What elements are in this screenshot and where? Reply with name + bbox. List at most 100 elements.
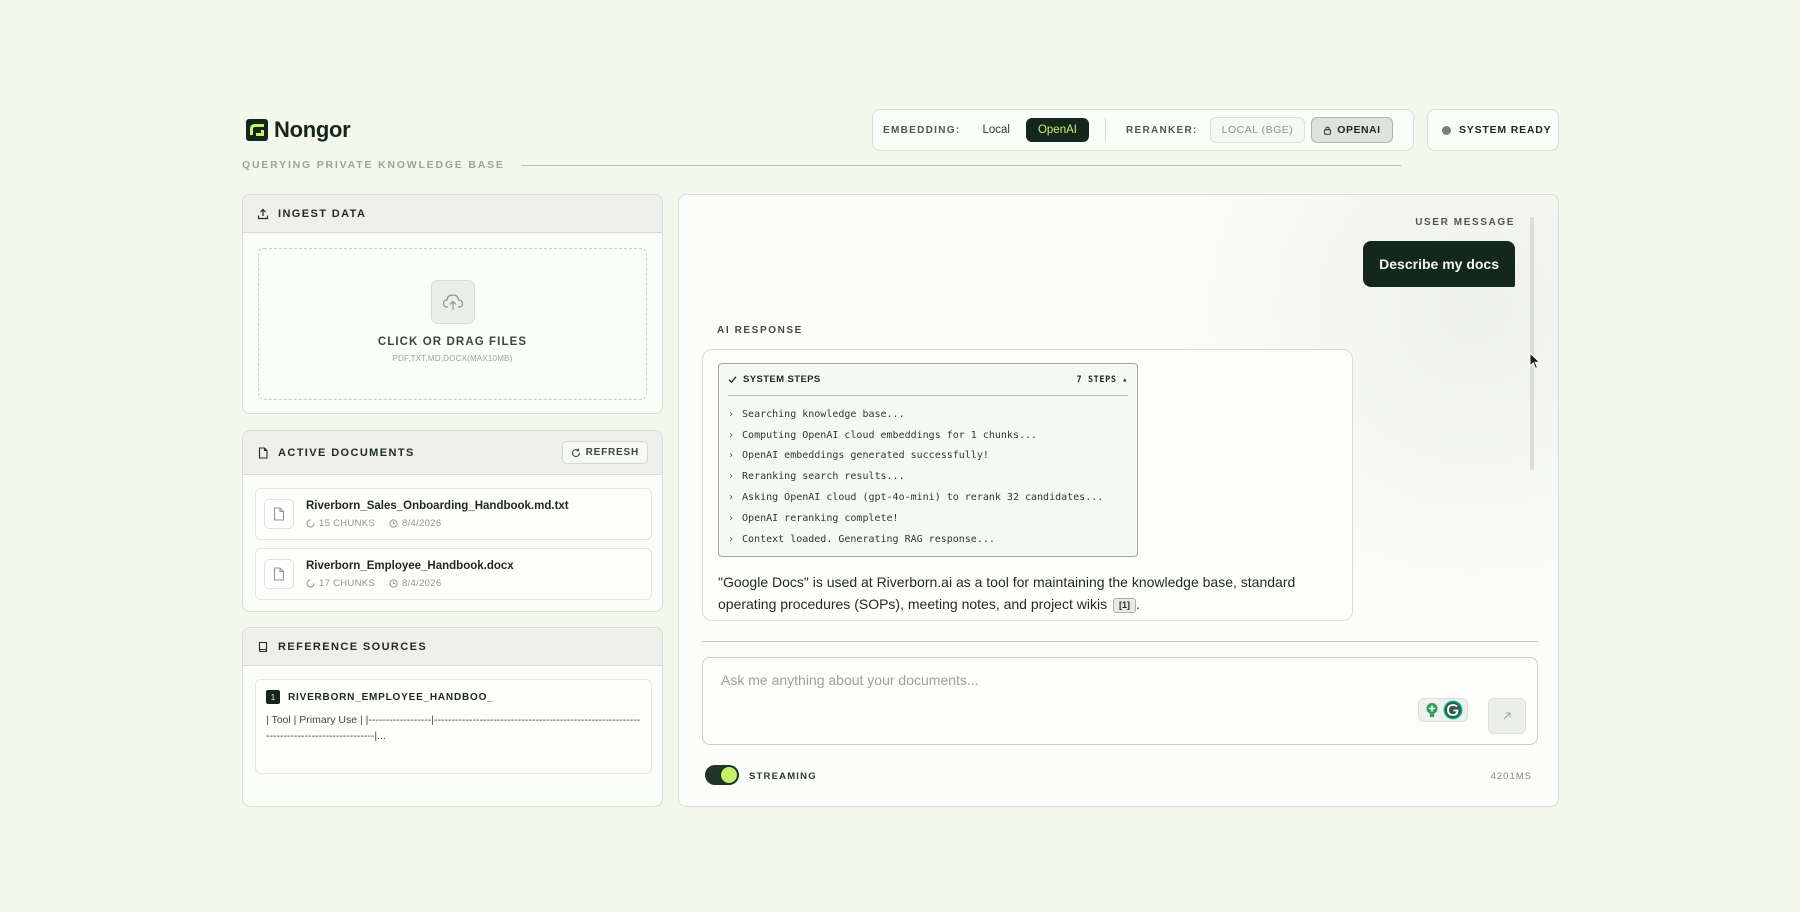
ingest-header: INGEST DATA [243,195,662,233]
chevron-right-icon: › [728,408,735,420]
chevron-right-icon: › [728,533,735,545]
chunk-count: 15 CHUNKS [306,518,375,529]
dropzone-title: CLICK OR DRAG FILES [377,336,528,348]
model-selector-panel: EMBEDDING: Local OpenAI RERANKER: LOCAL … [872,109,1414,151]
mouse-cursor-icon [1529,352,1541,370]
chat-scrollbar[interactable] [1530,217,1534,470]
user-message-label: USER MESSAGE [1415,217,1515,228]
document-name: Riverborn_Sales_Onboarding_Handbook.md.t… [306,499,569,512]
documents-list: Riverborn_Sales_Onboarding_Handbook.md.t… [255,488,652,608]
chat-input-box [702,657,1538,745]
chevron-right-icon: › [728,450,735,462]
book-icon [258,641,268,652]
user-message-bubble: Describe my docs [1363,241,1515,287]
document-icon [258,446,268,459]
document-name: Riverborn_Employee_Handbook.docx [306,559,514,572]
refresh-label: REFRESH [585,447,639,458]
app-header: Nongor EMBEDDING: Local OpenAI RERANKER:… [242,109,1559,151]
upload-icon [257,208,269,219]
ingest-card: INGEST DATA CLICK OR DRAG FILES PDF,TXT,… [242,194,663,414]
toggle-knob [721,767,737,783]
reference-item[interactable]: 1 RIVERBORN_EMPLOYEE_HANDBOO_ | Tool | P… [255,679,652,774]
status-dot-icon [1442,125,1451,135]
embedding-toggle: Local OpenAI [970,118,1089,142]
divider [1104,118,1106,142]
subtitle-row: QUERYING PRIVATE KNOWLEDGE BASE [242,158,1559,172]
ingest-title: INGEST DATA [278,207,367,220]
system-status: SYSTEM READY [1427,109,1559,151]
ai-response-box: SYSTEM STEPS 7 STEPS ▴ › Searching knowle… [702,349,1353,621]
document-item[interactable]: Riverborn_Employee_Handbook.docx 17 CHUN… [255,548,652,600]
file-icon [264,499,294,529]
streaming-toggle[interactable] [705,765,739,785]
steps-list: › Searching knowledge base... › Computing … [728,404,1128,550]
reference-sources-card: REFERENCE SOURCES 1 RIVERBORN_EMPLOYEE_H… [242,627,663,807]
reference-number: 1 [266,690,280,704]
dropzone-hint: PDF,TXT,MD,DOCX(MAX10MB) [392,354,513,363]
embedding-label: EMBEDDING: [883,124,961,136]
lightbulb-extension-icon[interactable] [1423,701,1441,719]
extension-icons[interactable] [1418,698,1468,722]
system-steps-panel: SYSTEM STEPS 7 STEPS ▴ › Searching knowle… [718,363,1138,557]
latency-readout: 4201MS [1490,771,1532,782]
documents-title: ACTIVE DOCUMENTS [278,446,415,459]
chevron-right-icon: › [728,429,735,441]
embedding-option-openai[interactable]: OpenAI [1025,118,1089,142]
documents-header: ACTIVE DOCUMENTS REFRESH [243,431,662,475]
send-button[interactable] [1488,698,1526,734]
grammarly-icon[interactable] [1443,700,1463,720]
file-icon [264,559,294,589]
chat-divider [702,641,1538,642]
upload-button[interactable] [430,280,475,324]
cloud-upload-icon [442,294,463,310]
references-title: REFERENCE SOURCES [278,640,428,653]
chunks-icon [306,519,315,527]
steps-count-toggle[interactable]: 7 STEPS ▴ [1077,375,1128,385]
step-item: › OpenAI reranking complete! [728,512,899,524]
system-steps-header[interactable]: SYSTEM STEPS 7 STEPS ▴ [728,364,1128,396]
nongor-logo-icon [246,119,268,141]
check-icon [728,376,737,384]
chat-panel: USER MESSAGE Describe my docs AI RESPONS… [678,194,1559,807]
status-text: SYSTEM READY [1459,124,1552,136]
chunks-icon [306,579,315,587]
ai-answer-text: "Google Docs" is used at Riverborn.ai as… [718,574,1296,613]
system-steps-title: SYSTEM STEPS [743,374,821,385]
file-dropzone[interactable]: CLICK OR DRAG FILES PDF,TXT,MD,DOCX(MAX1… [258,248,647,400]
streaming-label: STREAMING [749,771,817,782]
references-header: REFERENCE SOURCES [243,628,662,666]
page-subtitle: QUERYING PRIVATE KNOWLEDGE BASE [242,159,505,171]
logo[interactable]: Nongor [246,117,351,143]
refresh-icon [571,448,580,457]
send-arrow-icon [1503,712,1511,720]
active-documents-card: ACTIVE DOCUMENTS REFRESH Riverborn_Sales… [242,430,663,612]
reranker-label: RERANKER: [1125,124,1198,136]
chunk-count: 17 CHUNKS [306,578,375,589]
clock-icon [389,518,398,528]
chat-input[interactable] [721,672,1321,688]
ai-response-label: AI RESPONSE [717,325,803,336]
document-date: 8/4/2026 [389,578,441,589]
chevron-right-icon: › [728,512,735,524]
step-item: › OpenAI embeddings generated successfull… [728,450,989,462]
chevron-right-icon: › [728,471,735,483]
app-name: Nongor [274,117,351,142]
clock-icon [389,578,398,588]
step-item: › Context loaded. Generating RAG response… [728,533,995,545]
document-date: 8/4/2026 [389,518,441,529]
chevron-right-icon: › [728,492,735,504]
document-item[interactable]: Riverborn_Sales_Onboarding_Handbook.md.t… [255,488,652,540]
subtitle-divider [520,164,1401,166]
lock-icon [1324,126,1332,135]
reference-name: RIVERBORN_EMPLOYEE_HANDBOO_ [288,691,494,703]
citation-badge[interactable]: [1] [1112,598,1136,613]
reference-excerpt: | Tool | Primary Use | |----------------… [266,714,641,742]
reranker-option-openai[interactable]: OPENAI [1311,117,1393,143]
reranker-toggle: LOCAL (BGE) OPENAI [1209,117,1393,143]
step-item: › Reranking search results... [728,471,905,483]
reranker-option-local[interactable]: LOCAL (BGE) [1209,117,1306,143]
refresh-button[interactable]: REFRESH [561,441,648,464]
reranker-option-openai-label: OPENAI [1337,124,1381,136]
embedding-option-local[interactable]: Local [970,118,1022,142]
step-item: › Asking OpenAI cloud (gpt-4o-mini) to re… [728,492,1104,504]
